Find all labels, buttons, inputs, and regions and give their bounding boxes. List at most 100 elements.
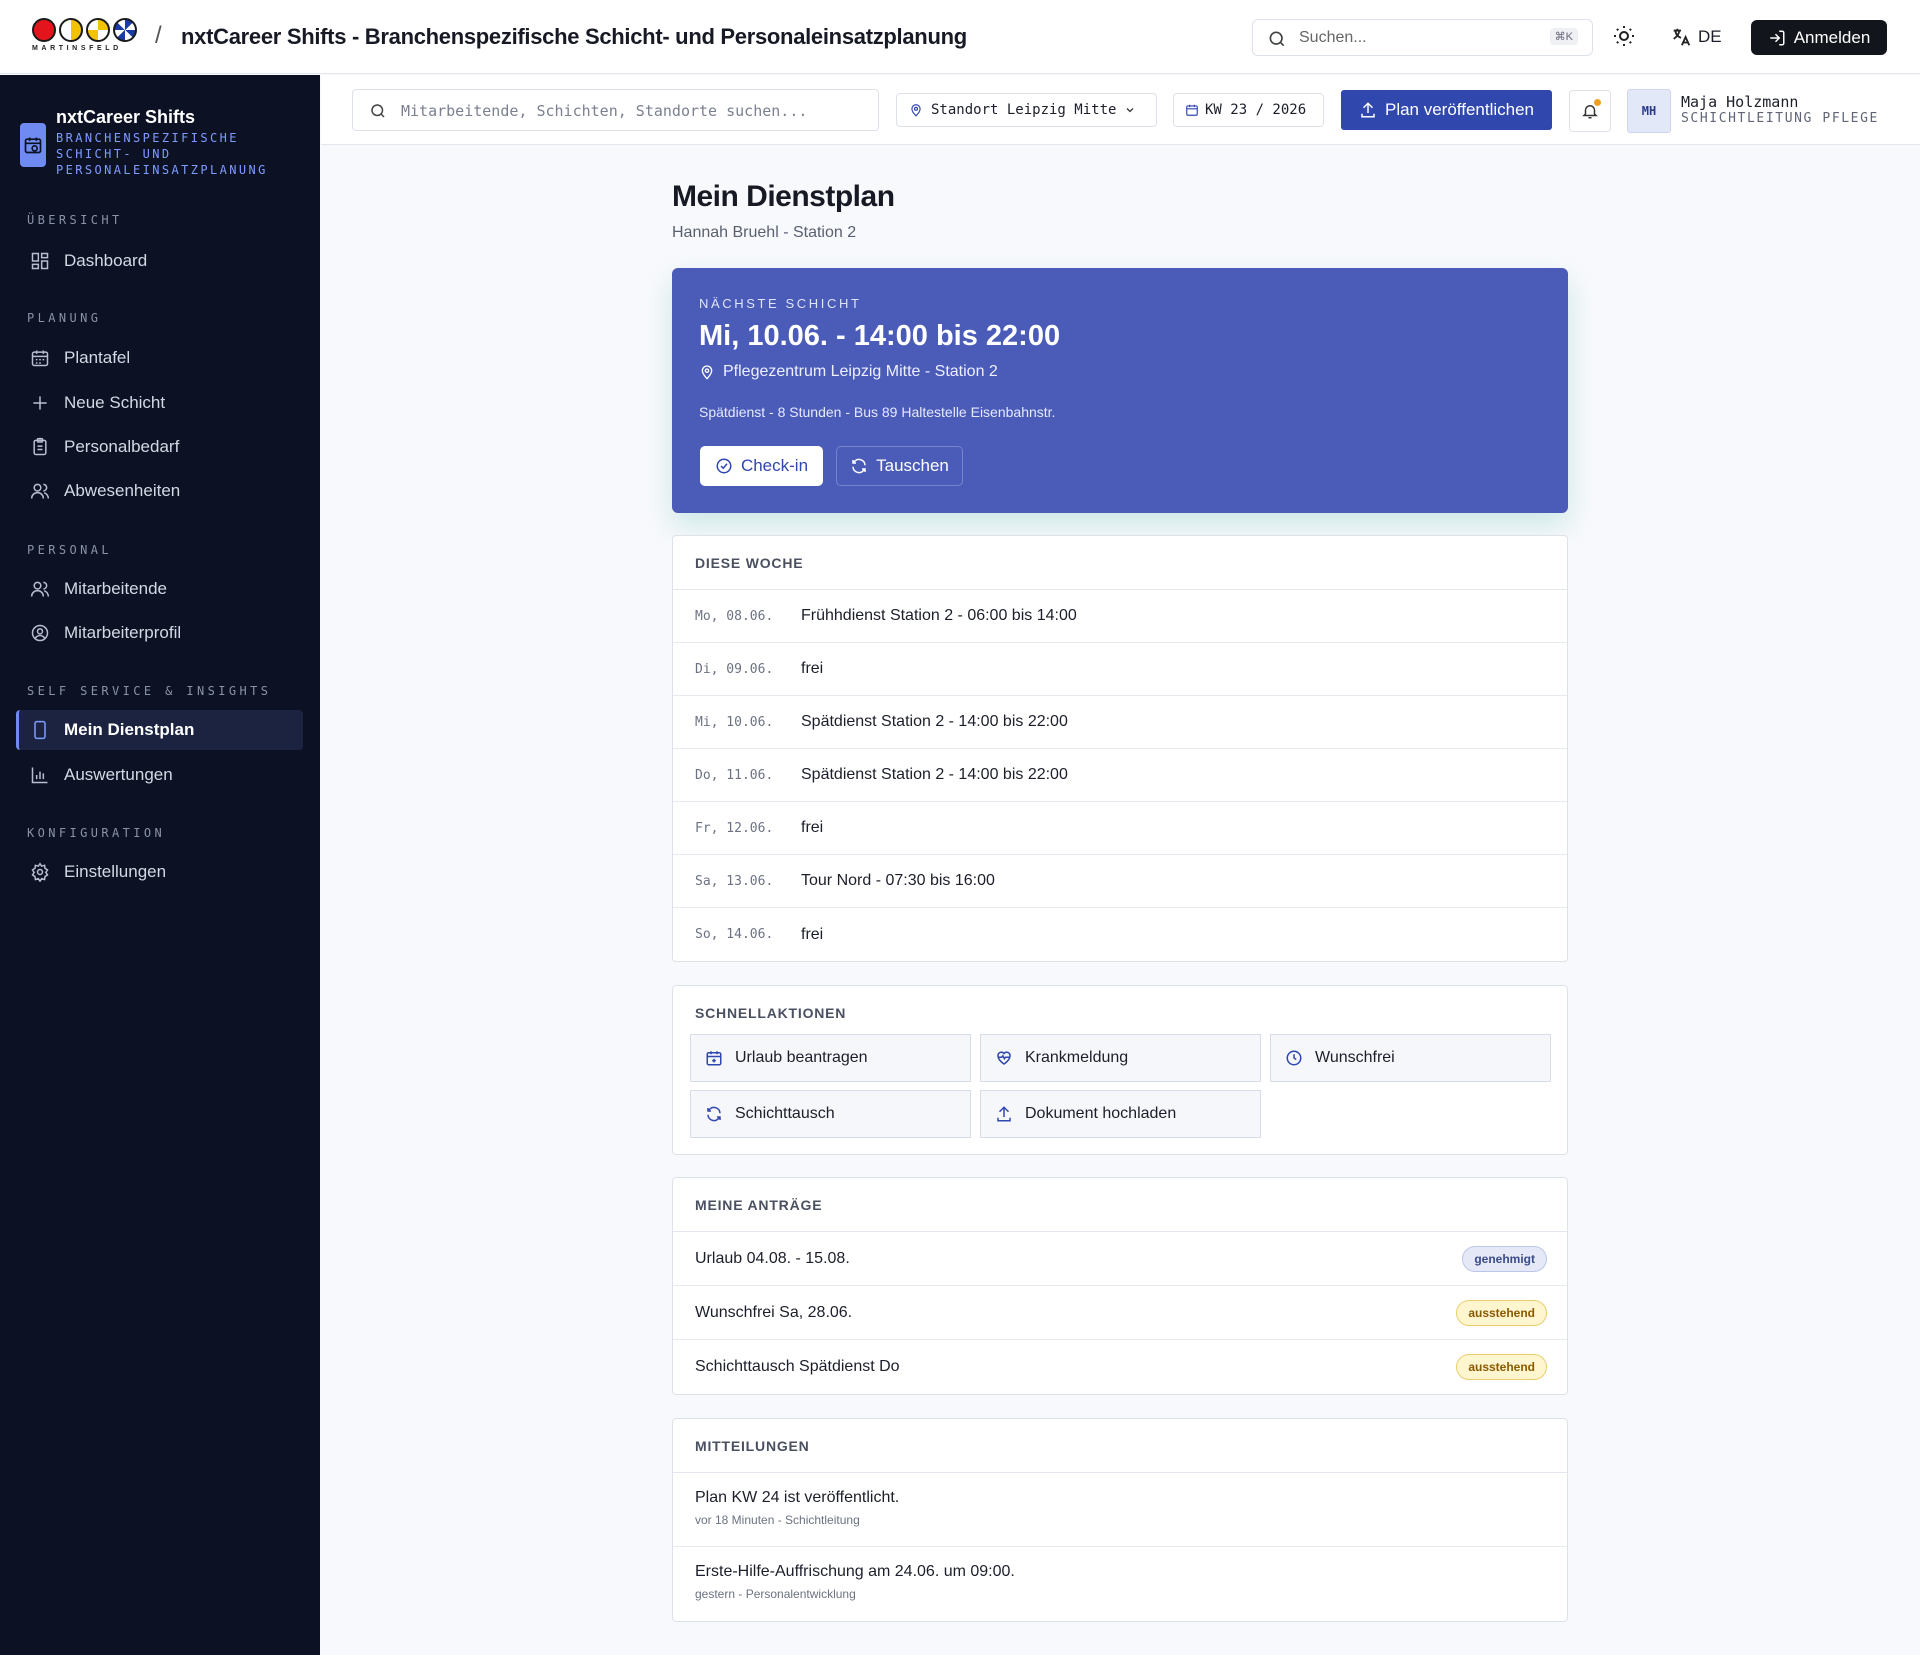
upload-document-button[interactable]: Dokument hochladen <box>980 1090 1261 1138</box>
location-label: Standort Leipzig Mitte <box>931 102 1117 118</box>
bar-chart-icon <box>31 767 48 784</box>
request-vacation-button[interactable]: Urlaub beantragen <box>690 1034 971 1082</box>
message-title: Erste-Hilfe-Auffrischung am 24.06. um 09… <box>695 1563 1015 1580</box>
status-badge: genehmigt <box>1462 1245 1547 1272</box>
calendar-icon <box>31 350 49 367</box>
week-shift: Tour Nord - 07:30 bis 16:00 <box>801 872 995 889</box>
theme-toggle-button[interactable] <box>1612 24 1638 50</box>
quick-action-label: Urlaub beantragen <box>735 1049 868 1066</box>
next-shift-card: NÄCHSTE SCHICHT Mi, 10.06. - 14:00 bis 2… <box>672 268 1568 513</box>
clock-icon <box>1286 1050 1302 1066</box>
publish-label: Plan veröffentlichen <box>1384 100 1534 119</box>
avatar[interactable]: MH <box>1627 89 1671 133</box>
upload-icon <box>1361 102 1375 118</box>
publish-plan-button[interactable]: Plan veröffentlichen <box>1341 90 1552 130</box>
request-label: Wunschfrei Sa, 28.06. <box>695 1303 853 1321</box>
search-shortcut: ⌘K <box>1549 28 1578 45</box>
week-shift: frei <box>801 660 824 677</box>
language-switch[interactable]: DE <box>1670 24 1722 50</box>
quick-action-label: Dokument hochladen <box>1025 1105 1177 1122</box>
request-label: Urlaub 04.08. - 15.08. <box>695 1249 850 1267</box>
users-icon <box>30 581 50 597</box>
sick-report-button[interactable]: Krankmeldung <box>980 1034 1261 1082</box>
table-row[interactable]: Mo, 08.06. Frühhdienst Station 2 - 06:00 … <box>673 590 1567 643</box>
messages-panel: MITTEILUNGEN Plan KW 24 ist veröffentlic… <box>672 1418 1568 1622</box>
plus-icon <box>33 396 47 410</box>
martinsfeld-logo[interactable]: MARTINSFELD <box>32 18 140 56</box>
week-shift: frei <box>801 819 824 836</box>
next-shift-label: NÄCHSTE SCHICHT <box>699 296 862 311</box>
next-shift-detail: Spätdienst - 8 Stunden - Bus 89 Halteste… <box>699 404 1056 420</box>
message-meta: gestern - Personalentwicklung <box>695 1587 856 1601</box>
sidebar-item-plantafel[interactable]: Plantafel <box>16 338 303 378</box>
sidebar-item-einstellungen[interactable]: Einstellungen <box>16 852 303 892</box>
login-button[interactable]: Anmelden <box>1751 20 1887 55</box>
sidebar-item-auswertungen[interactable]: Auswertungen <box>16 755 303 795</box>
sidebar-item-label: Einstellungen <box>64 862 167 881</box>
check-in-button[interactable]: Check-in <box>700 446 823 486</box>
sidebar-item-neue-schicht[interactable]: Neue Schicht <box>16 383 303 423</box>
sidebar-item-mitarbeitende[interactable]: Mitarbeitende <box>16 569 303 609</box>
language-label: DE <box>1698 27 1722 46</box>
table-row[interactable]: Di, 09.06. frei <box>673 643 1567 696</box>
sidebar-item-personalbedarf[interactable]: Personalbedarf <box>16 427 303 467</box>
swap-label: Tauschen <box>876 456 949 475</box>
list-item[interactable]: Schichttausch Spätdienst Do ausstehend <box>673 1340 1567 1394</box>
quick-actions-title: SCHNELLAKTIONEN <box>695 1005 847 1021</box>
table-row[interactable]: Do, 11.06. Spätdienst Station 2 - 14:00 b… <box>673 749 1567 802</box>
messages-title: MITTEILUNGEN <box>673 1419 1567 1473</box>
brand-name: nxtCareer Shifts <box>56 107 196 127</box>
sidebar-item-abwesenheiten[interactable]: Abwesenheiten <box>16 471 303 511</box>
week-panel: DIESE WOCHE Mo, 08.06. Frühhdienst Statio… <box>672 535 1568 962</box>
upload-icon <box>997 1106 1011 1122</box>
next-shift-time: Mi, 10.06. - 14:00 bis 22:00 <box>699 320 1061 352</box>
search-icon <box>1269 31 1285 47</box>
dashboard-icon <box>31 252 49 270</box>
user-name: Maja Holzmann <box>1681 93 1799 111</box>
list-item[interactable]: Erste-Hilfe-Auffrischung am 24.06. um 09… <box>673 1547 1567 1621</box>
sidebar-item-mitarbeiterprofil[interactable]: Mitarbeiterprofil <box>16 613 303 653</box>
shift-swap-button[interactable]: Schichttausch <box>690 1090 971 1138</box>
week-picker[interactable]: KW 23 / 2026 <box>1173 93 1324 127</box>
sidebar-item-label: Neue Schicht <box>64 393 166 412</box>
global-search[interactable]: ⌘K <box>1252 19 1593 56</box>
translate-icon <box>1673 28 1691 46</box>
wish-free-button[interactable]: Wunschfrei <box>1270 1034 1551 1082</box>
week-day: Do, 11.06. <box>695 767 774 783</box>
sidebar-item-mein-dienstplan[interactable]: Mein Dienstplan <box>16 710 303 750</box>
table-row[interactable]: Mi, 10.06. Spätdienst Station 2 - 14:00 b… <box>673 696 1567 749</box>
sidebar-item-label: Mein Dienstplan <box>64 720 195 739</box>
calendar-plus-icon <box>706 1051 722 1066</box>
table-row[interactable]: Fr, 12.06. frei <box>673 802 1567 855</box>
top-bar: MARTINSFELD / nxtCareer Shifts - Branche… <box>0 0 1920 74</box>
table-row[interactable]: Sa, 13.06. Tour Nord - 07:30 bis 16:00 <box>673 855 1567 908</box>
notification-dot <box>1594 99 1601 106</box>
notifications-button[interactable] <box>1569 90 1611 132</box>
global-search-input[interactable] <box>1299 26 1529 50</box>
quick-actions-panel: SCHNELLAKTIONEN Urlaub beantragen Krankm… <box>672 985 1568 1155</box>
requests-panel: MEINE ANTRÄGE Urlaub 04.08. - 15.08. gene… <box>672 1177 1568 1395</box>
planning-search[interactable] <box>352 89 879 131</box>
logo-wordmark: MARTINSFELD <box>32 45 122 52</box>
sun-icon <box>1614 26 1634 46</box>
status-badge: ausstehend <box>1456 1354 1547 1380</box>
sidebar-item-label: Personalbedarf <box>64 437 180 456</box>
location-select[interactable]: Standort Leipzig Mitte <box>896 93 1157 127</box>
sidebar-item-label: Plantafel <box>64 348 131 367</box>
list-item[interactable]: Urlaub 04.08. - 15.08. genehmigt <box>673 1232 1567 1286</box>
planning-search-input[interactable] <box>401 99 861 123</box>
swap-button[interactable]: Tauschen <box>836 446 963 486</box>
chevron-down-icon <box>1126 108 1134 113</box>
sidebar-item-dashboard[interactable]: Dashboard <box>16 241 303 281</box>
list-item[interactable]: Plan KW 24 ist veröffentlicht. vor 18 Mi… <box>673 1473 1567 1547</box>
phone-icon <box>34 720 46 740</box>
quick-action-label: Krankmeldung <box>1025 1049 1129 1066</box>
week-day: Mo, 08.06. <box>695 608 774 624</box>
list-item[interactable]: Wunschfrei Sa, 28.06. ausstehend <box>673 1286 1567 1340</box>
message-title: Plan KW 24 ist veröffentlicht. <box>695 1489 900 1506</box>
sidebar-item-label: Dashboard <box>64 251 148 270</box>
sidebar: nxtCareer Shifts Branchenspezifische Sch… <box>0 75 320 1655</box>
table-row[interactable]: So, 14.06. frei <box>673 908 1567 961</box>
nav-section-personal: PERSONAL <box>27 543 112 557</box>
nav-section-overview: ÜBERSICHT <box>27 213 123 227</box>
